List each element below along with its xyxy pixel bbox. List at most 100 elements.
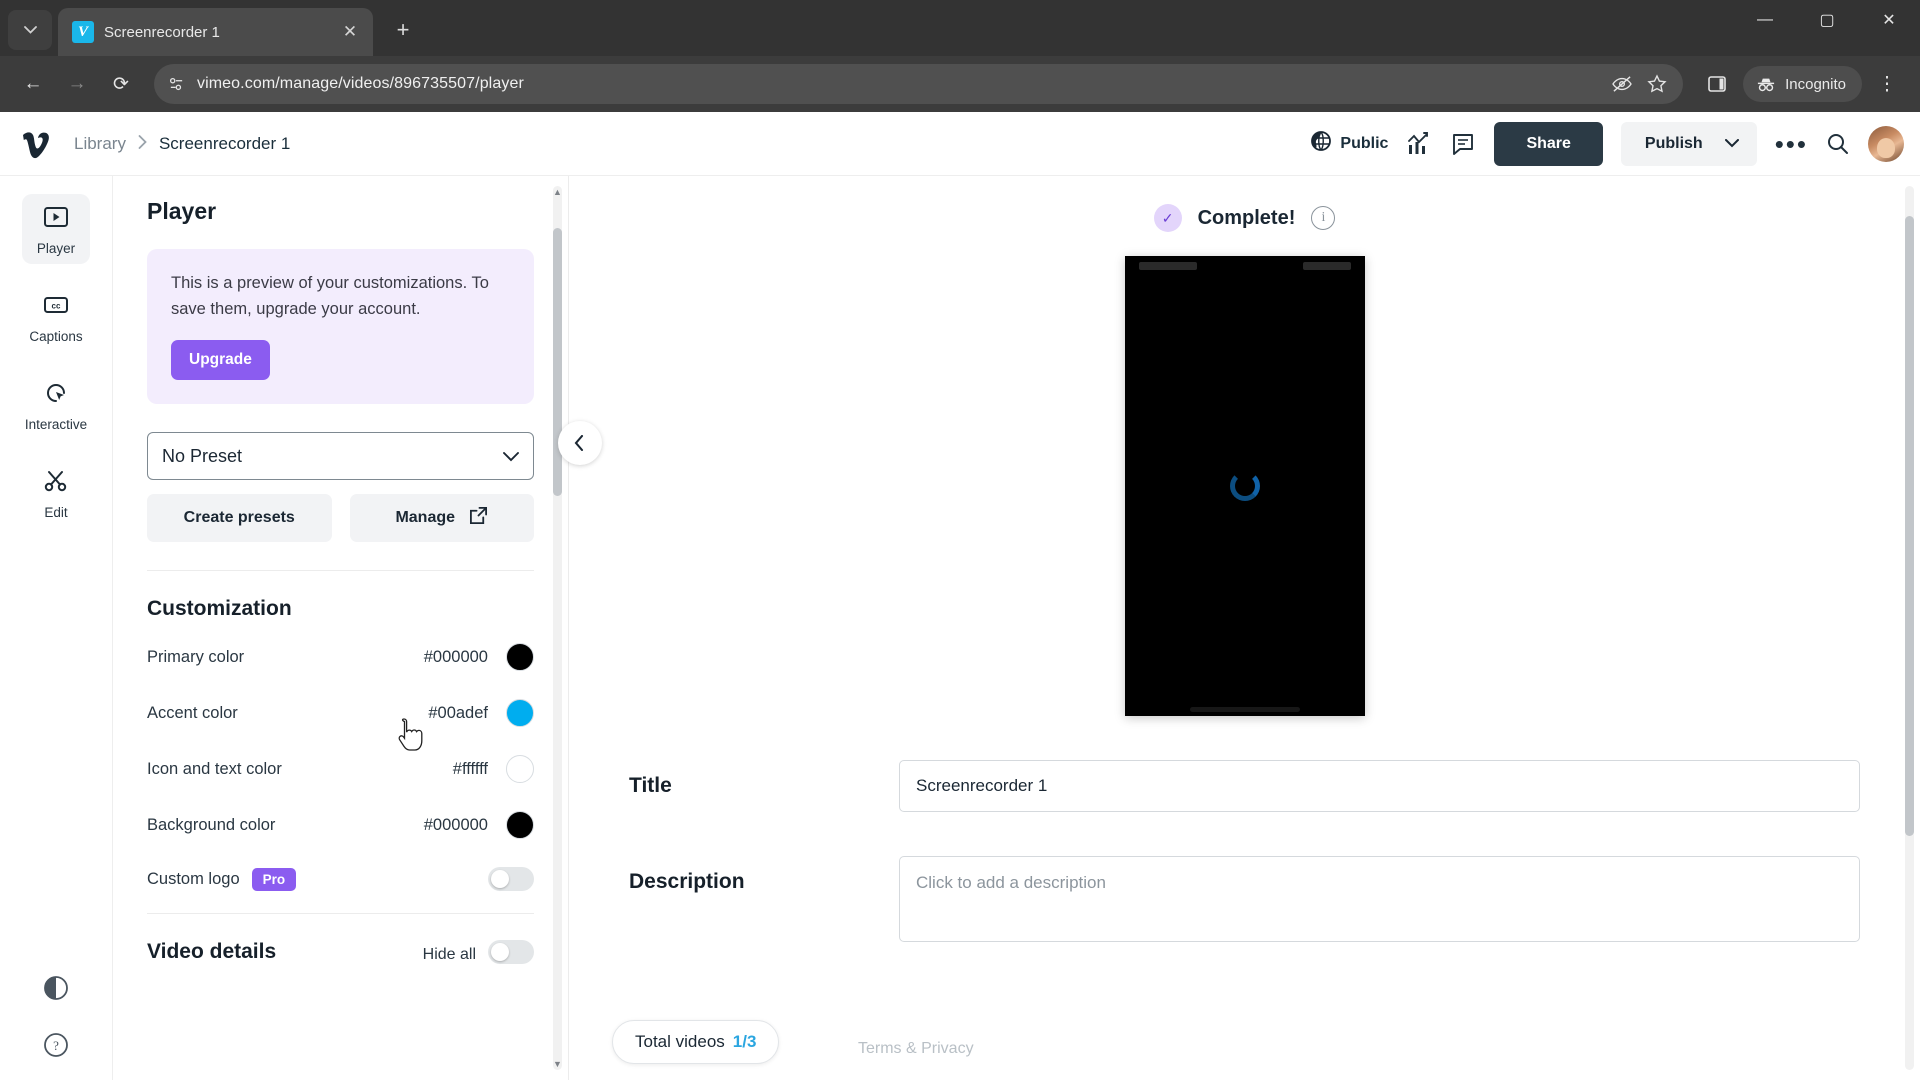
chevron-left-icon — [574, 435, 584, 451]
main-scroll-thumb[interactable] — [1905, 216, 1914, 836]
maximize-button[interactable]: ▢ — [1796, 0, 1858, 40]
incognito-indicator[interactable]: Incognito — [1743, 66, 1862, 102]
main-scrollbar[interactable] — [1905, 186, 1914, 1070]
sidebar-item-label: Captions — [29, 329, 83, 344]
captions-icon: cc — [43, 292, 69, 321]
color-swatch[interactable] — [506, 643, 534, 672]
browser-menu-button[interactable]: ⋮ — [1868, 65, 1906, 103]
close-window-button[interactable]: ✕ — [1858, 0, 1920, 40]
terms-privacy-link[interactable]: Terms & Privacy — [858, 1040, 974, 1058]
scroll-down-arrow[interactable]: ▼ — [553, 1058, 562, 1070]
side-panel-icon[interactable] — [1707, 74, 1727, 94]
panel-scrollbar[interactable]: ▲ ▼ — [553, 186, 562, 1070]
color-row-icon-text[interactable]: Icon and text color #ffffff — [147, 755, 534, 784]
color-swatch[interactable] — [506, 755, 534, 784]
help-icon[interactable]: ? — [42, 1031, 70, 1064]
hide-all-label: Hide all — [422, 946, 476, 964]
panel-divider-2 — [147, 913, 534, 915]
share-button[interactable]: Share — [1494, 121, 1603, 166]
analytics-icon[interactable] — [1406, 131, 1432, 157]
info-icon[interactable]: i — [1311, 206, 1336, 230]
preset-actions: Create presets Manage — [147, 494, 534, 543]
rail-bottom-actions: ? — [42, 974, 70, 1064]
preset-select-value: No Preset — [162, 445, 243, 466]
preview-status-bar — [1125, 262, 1365, 276]
minimize-button[interactable]: — — [1734, 0, 1796, 40]
more-options-button[interactable]: ••• — [1775, 131, 1808, 157]
new-tab-button[interactable]: + — [387, 14, 419, 46]
manage-presets-button[interactable]: Manage — [349, 494, 534, 543]
page-info-icon[interactable] — [168, 76, 185, 93]
vimeo-logo-icon[interactable] — [18, 128, 58, 160]
app-body: Player cc Captions Interactive Edit ? Pl… — [0, 176, 1920, 1080]
total-videos-count: 1/3 — [732, 1032, 757, 1051]
color-value: #ffffff — [452, 759, 488, 778]
eye-off-icon[interactable] — [1611, 75, 1633, 93]
color-row-accent[interactable]: Accent color #00adef — [147, 699, 534, 728]
sidebar-item-captions[interactable]: cc Captions — [22, 282, 90, 352]
sidebar-item-interactive[interactable]: Interactive — [22, 370, 90, 440]
forward-button[interactable]: → — [58, 65, 96, 103]
video-details-title: Video details — [147, 940, 277, 964]
collapse-panel-button[interactable] — [558, 421, 602, 465]
total-videos-pill[interactable]: Total videos 1/3 — [612, 1020, 780, 1064]
breadcrumb-current: Screenrecorder 1 — [158, 133, 291, 153]
create-presets-button[interactable]: Create presets — [147, 494, 332, 543]
avatar[interactable] — [1868, 125, 1904, 162]
sidebar-item-label: Edit — [44, 505, 68, 520]
contrast-icon[interactable] — [42, 974, 70, 1007]
title-label: Title — [629, 774, 672, 797]
browser-tab[interactable]: V Screenrecorder 1 ✕ — [58, 8, 373, 56]
title-row: Title Screenrecorder 1 — [629, 760, 1860, 812]
pro-badge: Pro — [251, 867, 297, 891]
breadcrumb: Library Screenrecorder 1 — [74, 134, 290, 154]
search-icon[interactable] — [1826, 132, 1850, 156]
globe-icon — [1310, 130, 1332, 157]
video-details-header: Video details Hide all — [147, 940, 534, 965]
title-input[interactable]: Screenrecorder 1 — [899, 760, 1860, 812]
header-actions: Public Share Publish ••• — [1310, 121, 1904, 166]
check-icon: ✓ — [1153, 204, 1182, 232]
privacy-label: Public — [1340, 134, 1389, 152]
address-bar[interactable]: vimeo.com/manage/videos/896735507/player — [154, 64, 1684, 104]
vimeo-app: Library Screenrecorder 1 Public Share Pu… — [0, 112, 1920, 1080]
video-preview[interactable] — [1124, 256, 1365, 716]
custom-logo-toggle[interactable] — [488, 867, 534, 892]
color-label: Accent color — [147, 703, 238, 722]
preview-home-indicator — [1189, 707, 1300, 712]
color-swatch[interactable] — [506, 811, 534, 840]
upgrade-button[interactable]: Upgrade — [171, 340, 270, 381]
star-icon[interactable] — [1647, 74, 1667, 94]
color-row-background[interactable]: Background color #000000 — [147, 811, 534, 840]
back-button[interactable]: ← — [14, 65, 52, 103]
sidebar-item-player[interactable]: Player — [22, 194, 90, 264]
comment-icon[interactable] — [1450, 131, 1476, 157]
scroll-up-arrow[interactable]: ▲ — [553, 186, 562, 198]
tab-strip: V Screenrecorder 1 ✕ + — ▢ ✕ — [0, 0, 1920, 56]
publish-label: Publish — [1644, 134, 1703, 152]
panel-scroll-thumb[interactable] — [553, 228, 562, 496]
description-label: Description — [629, 870, 745, 893]
privacy-status-button[interactable]: Public — [1310, 130, 1388, 157]
reload-button[interactable]: ⟳ — [102, 65, 140, 103]
preset-select[interactable]: No Preset — [147, 432, 534, 481]
panel-divider — [147, 570, 534, 572]
url-text: vimeo.com/manage/videos/896735507/player — [197, 75, 524, 92]
color-value: #00adef — [428, 703, 488, 722]
player-settings-panel: Player This is a preview of your customi… — [113, 176, 569, 1080]
close-tab-icon[interactable]: ✕ — [337, 19, 363, 45]
manage-label: Manage — [395, 509, 456, 527]
hide-all-toggle[interactable] — [488, 940, 534, 965]
color-label: Icon and text color — [147, 759, 282, 778]
color-row-primary[interactable]: Primary color #000000 — [147, 643, 534, 672]
external-link-icon — [469, 506, 488, 530]
color-label: Primary color — [147, 647, 245, 666]
breadcrumb-library-link[interactable]: Library — [74, 134, 126, 154]
sidebar-item-label: Interactive — [24, 417, 88, 432]
publish-button[interactable]: Publish — [1620, 121, 1757, 166]
tab-search-button[interactable] — [8, 10, 52, 50]
sidebar-item-edit[interactable]: Edit — [22, 458, 90, 528]
customization-title: Customization — [147, 597, 292, 621]
description-input[interactable]: Click to add a description — [899, 856, 1860, 942]
color-swatch[interactable] — [506, 699, 534, 728]
